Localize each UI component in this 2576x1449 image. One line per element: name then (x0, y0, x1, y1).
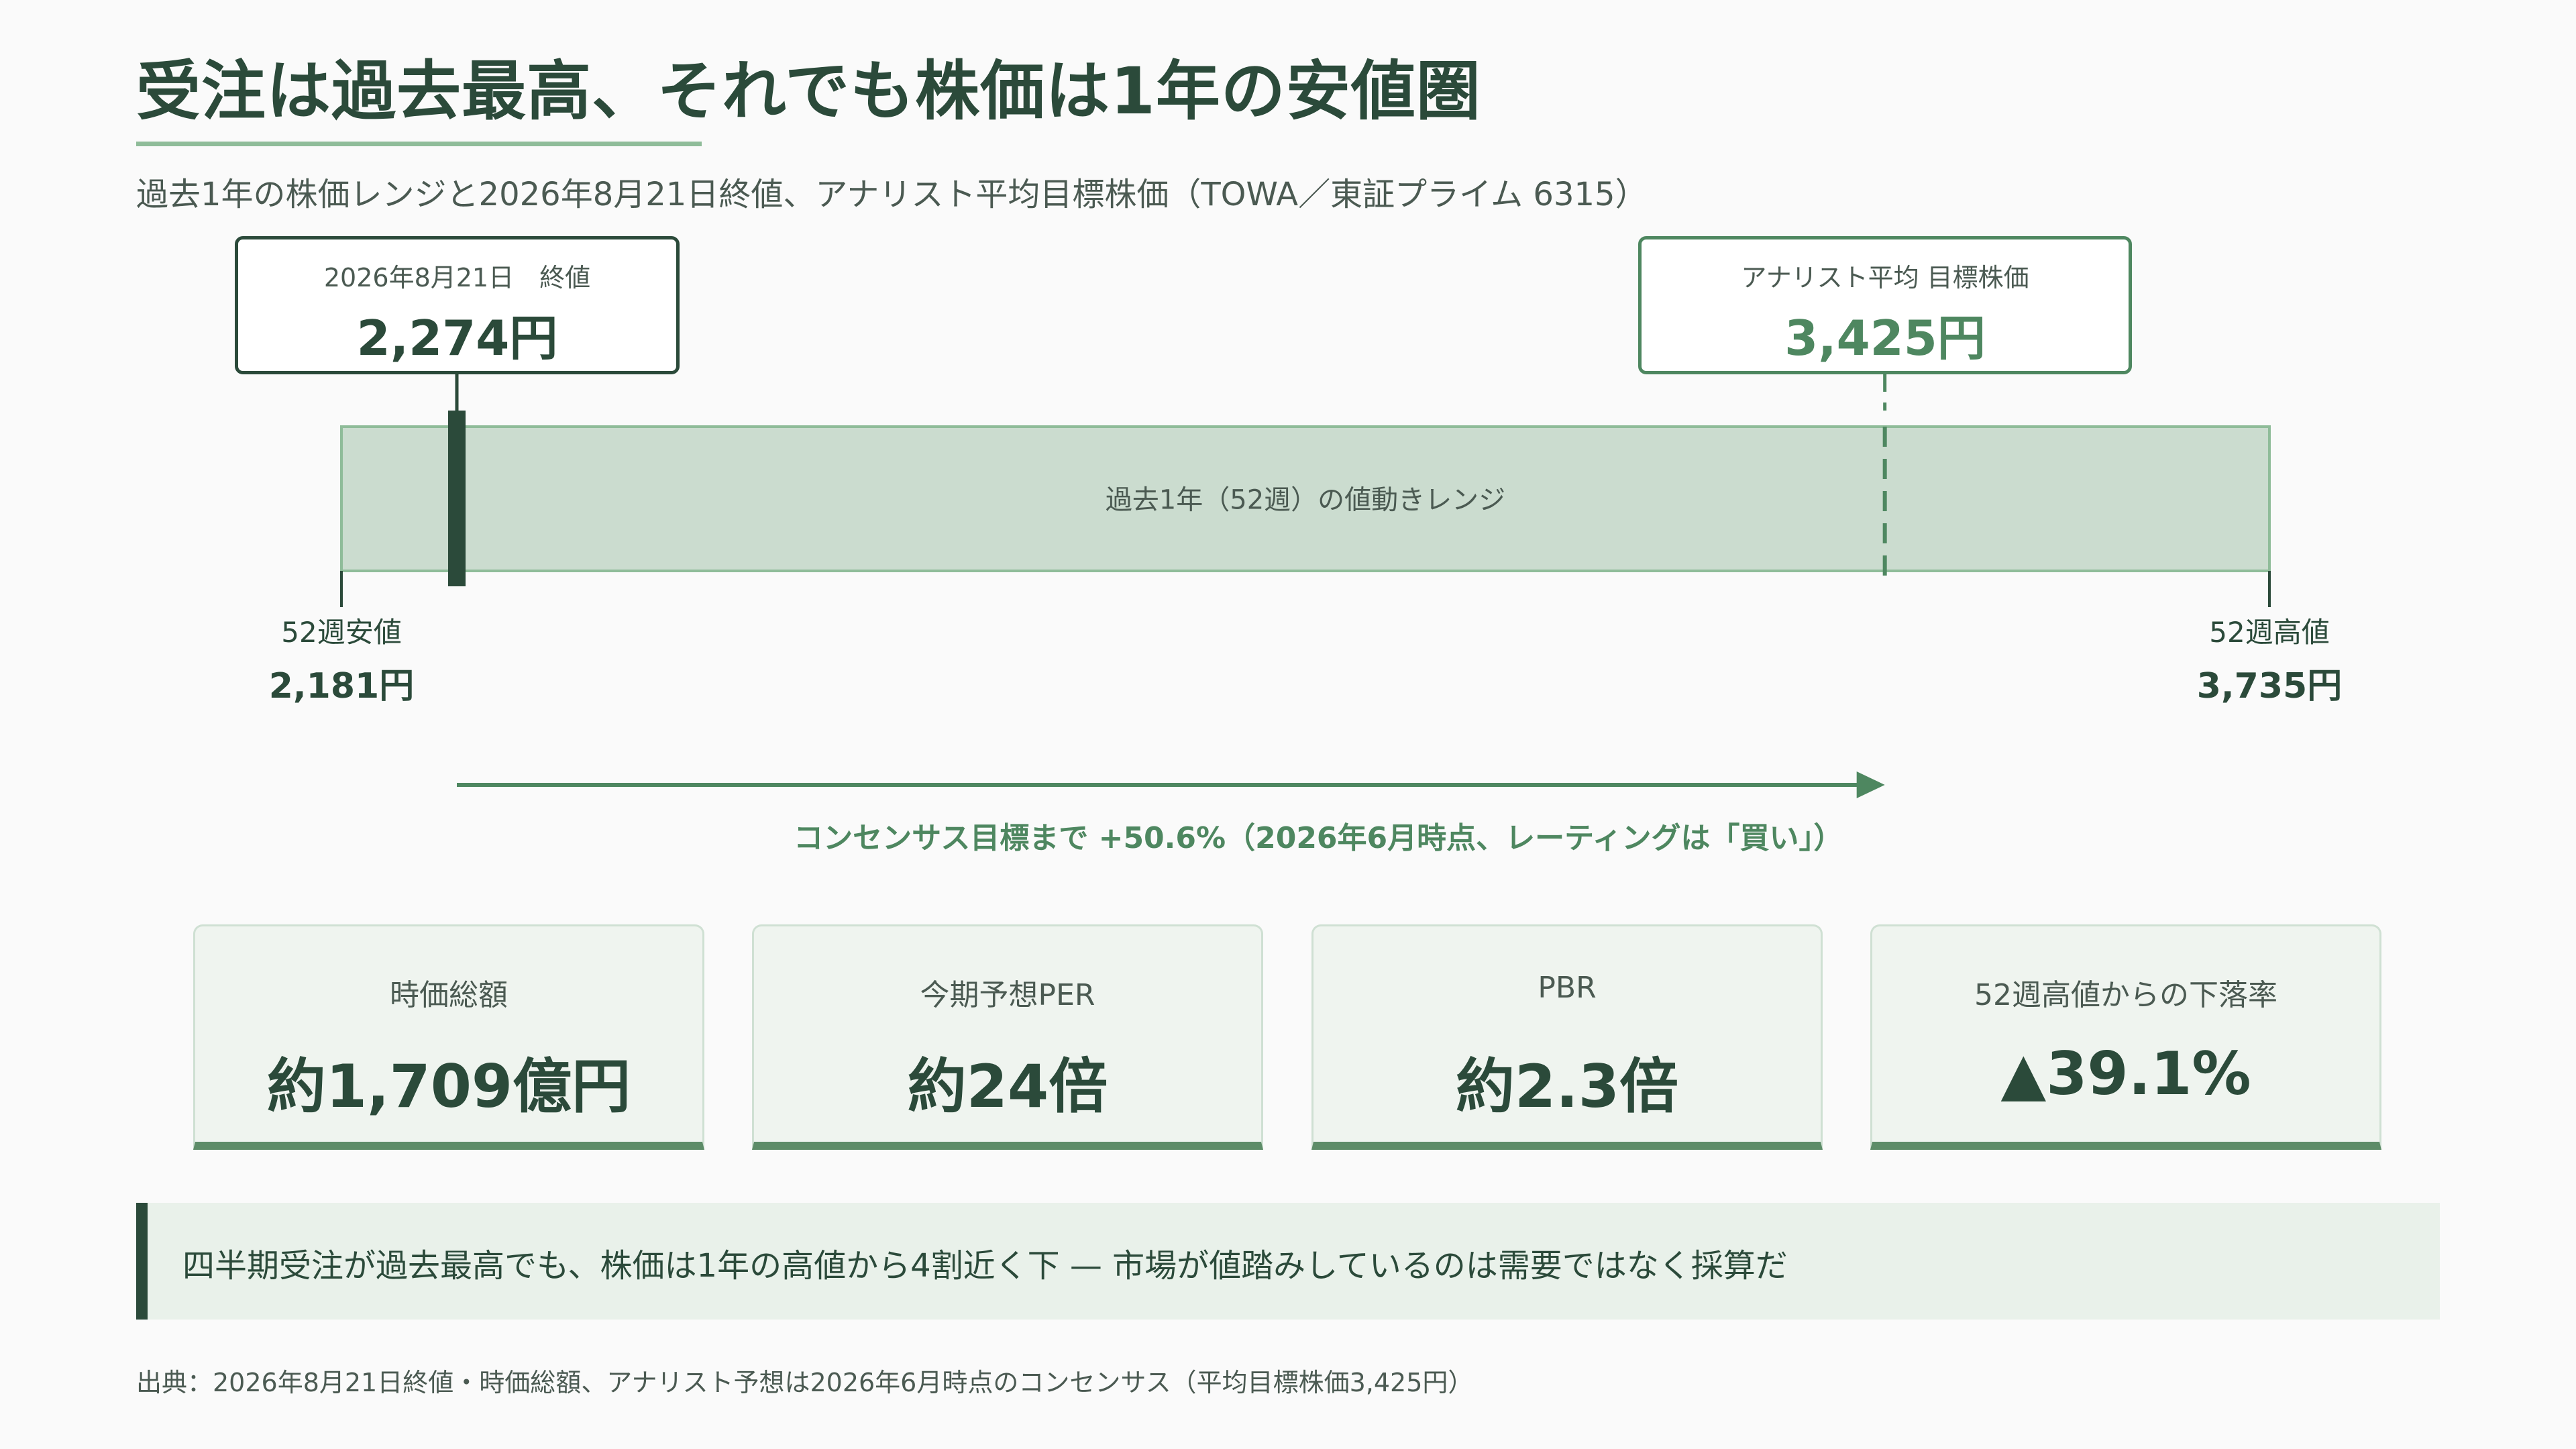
metric-label: PBR (1538, 971, 1597, 1005)
upside-arrowhead (1856, 771, 1885, 798)
high-value: 3,735円 (2197, 666, 2342, 706)
target-callout-label: アナリスト平均 目標株価 (1741, 263, 2029, 292)
target-callout-value: 3,425円 (1784, 310, 1986, 366)
upside-label: コンセンサス目標まで +50.6%（2026年6月時点、レーティングは「買い」） (794, 821, 1843, 855)
close-callout-label: 2026年8月21日 終値 (323, 263, 591, 292)
metric-value: ▲39.1% (2000, 1039, 2251, 1108)
metric-label: 今期予想PER (920, 978, 1095, 1012)
close-price-marker (447, 411, 466, 586)
takeaway-text: 四半期受注が過去最高でも、株価は1年の高値から4割近く下 — 市場が値踏みしてい… (182, 1247, 1788, 1285)
takeaway-box: 四半期受注が過去最高でも、株価は1年の高値から4割近く下 — 市場が値踏みしてい… (136, 1203, 2440, 1320)
close-callout-value: 2,274円 (356, 310, 558, 366)
high-label: 52週高値 (2209, 616, 2329, 649)
metric-label: 時価総額 (390, 978, 508, 1012)
target-price-callout: アナリスト平均 目標株価 3,425円 (1638, 236, 2132, 374)
source-note: 出典：2026年8月21日終値・時価総額、アナリスト予想は2026年6月時点のコ… (136, 1368, 1474, 1397)
range-label: 過去1年（52週）の値動きレンジ (1106, 485, 1505, 516)
metric-card-drawdown: 52週高値からの下落率 ▲39.1% (1870, 924, 2381, 1150)
metric-card-pbr: PBR 約2.3倍 (1311, 924, 1823, 1150)
metric-label: 52週高値からの下落率 (1974, 978, 2277, 1012)
metric-value: 約24倍 (907, 1052, 1108, 1121)
low-value: 2,181円 (269, 666, 414, 706)
metric-card-market-cap: 時価総額 約1,709億円 (193, 924, 704, 1150)
low-label: 52週安値 (281, 616, 401, 649)
metric-value: 約2.3倍 (1456, 1052, 1678, 1121)
metric-value: 約1,709億円 (266, 1052, 631, 1121)
close-price-callout: 2026年8月21日 終値 2,274円 (235, 236, 680, 374)
metric-card-per: 今期予想PER 約24倍 (752, 924, 1263, 1150)
